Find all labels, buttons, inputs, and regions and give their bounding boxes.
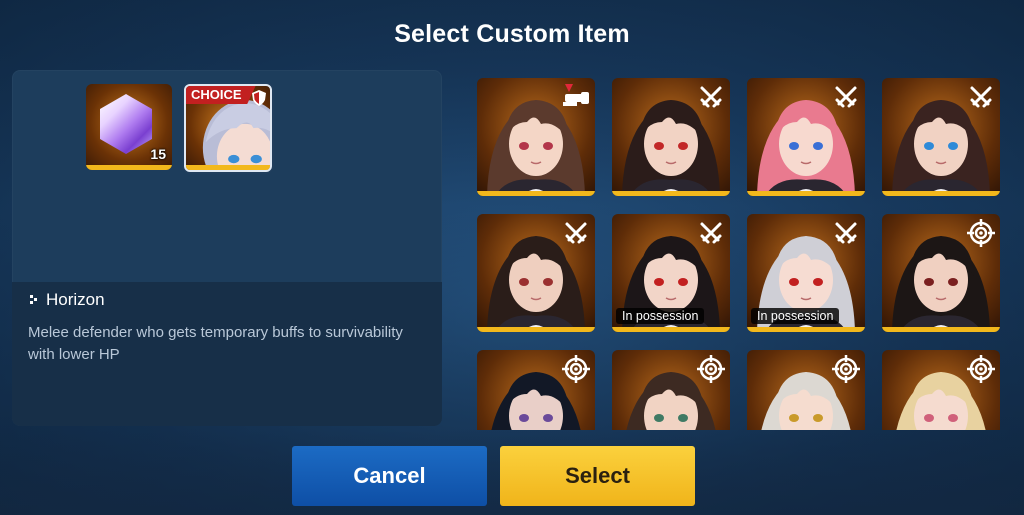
crossed-swords-icon bbox=[700, 222, 722, 244]
character-card[interactable] bbox=[477, 350, 595, 430]
crossed-swords-icon bbox=[835, 222, 857, 244]
selected-slot-crystal[interactable]: 15 bbox=[86, 84, 172, 170]
crossed-swords-icon bbox=[565, 222, 587, 244]
character-card[interactable] bbox=[477, 78, 595, 196]
character-grid: In possession In possession bbox=[477, 78, 1002, 430]
cancel-button[interactable]: Cancel bbox=[292, 446, 487, 506]
crosshair-icon bbox=[967, 219, 995, 247]
character-card[interactable] bbox=[477, 214, 595, 332]
crosshair-icon bbox=[967, 355, 995, 383]
character-description: Melee defender who gets temporary buffs … bbox=[28, 324, 403, 363]
character-name: Horizon bbox=[30, 290, 105, 310]
character-card[interactable] bbox=[882, 350, 1000, 430]
crossed-swords-icon bbox=[970, 86, 992, 108]
character-card[interactable] bbox=[747, 78, 865, 196]
shield-icon bbox=[252, 90, 266, 106]
possession-badge: In possession bbox=[616, 308, 705, 324]
character-card[interactable] bbox=[747, 350, 865, 430]
character-card[interactable] bbox=[612, 78, 730, 196]
possession-badge: In possession bbox=[751, 308, 840, 324]
select-button[interactable]: Select bbox=[500, 446, 695, 506]
character-card[interactable] bbox=[882, 214, 1000, 332]
character-card[interactable] bbox=[612, 350, 730, 430]
crosshair-icon bbox=[832, 355, 860, 383]
selected-item-panel: 15 CHOICE Horizon Melee defender who get… bbox=[12, 70, 442, 426]
crossed-swords-icon bbox=[835, 86, 857, 108]
item-quantity: 15 bbox=[150, 146, 166, 162]
crossed-swords-icon bbox=[700, 86, 722, 108]
dialog-title: Select Custom Item bbox=[394, 20, 630, 48]
crosshair-icon bbox=[562, 355, 590, 383]
character-card[interactable]: In possession bbox=[747, 214, 865, 332]
cannon-icon bbox=[563, 84, 589, 106]
choice-tag: CHOICE bbox=[186, 86, 256, 104]
character-card[interactable] bbox=[882, 78, 1000, 196]
crystal-icon bbox=[100, 94, 152, 154]
selected-slot-character[interactable]: CHOICE bbox=[184, 84, 272, 172]
bullet-icon bbox=[30, 294, 40, 306]
character-card[interactable]: In possession bbox=[612, 214, 730, 332]
character-name-text: Horizon bbox=[46, 290, 105, 309]
crosshair-icon bbox=[697, 355, 725, 383]
